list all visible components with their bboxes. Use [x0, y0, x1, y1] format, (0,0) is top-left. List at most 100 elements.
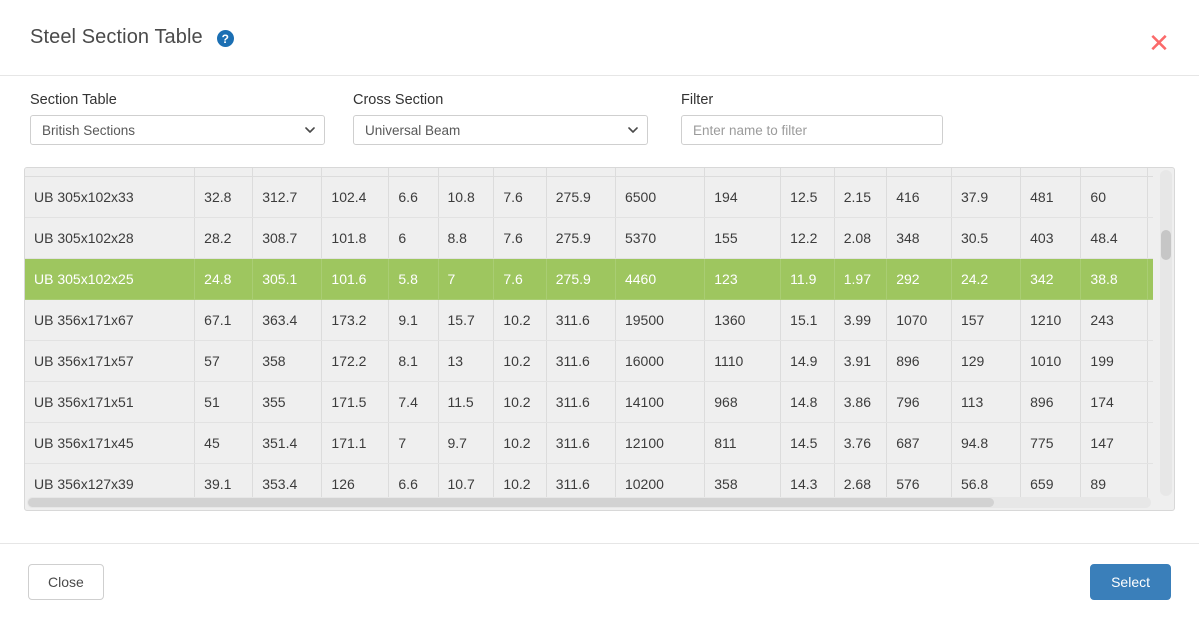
table-cell: [438, 168, 495, 177]
filter-input[interactable]: [681, 115, 943, 145]
filter-label: Filter: [681, 92, 714, 108]
table-cell: 2.08: [834, 217, 888, 259]
section-name-cell: UB 356x171x51: [25, 381, 196, 423]
table-cell: 5370: [615, 217, 706, 259]
table-cell: 275.9: [546, 176, 616, 218]
table-cell: [546, 168, 616, 177]
table-cell: [252, 168, 323, 177]
table-cell: 10.2: [493, 422, 547, 464]
section-name-cell: UB 356x171x67: [25, 299, 196, 341]
table-cell: 10.2: [493, 381, 547, 423]
vertical-scrollbar-thumb[interactable]: [1161, 230, 1171, 260]
table-cell: 7.6: [493, 258, 547, 300]
table-cell: 1360: [704, 299, 782, 341]
table-cell: [951, 168, 1022, 177]
table-cell: 14.3: [780, 463, 835, 498]
horizontal-scrollbar[interactable]: [27, 497, 1151, 508]
table-cell: 2.68: [834, 463, 888, 498]
table-cell: 1110: [704, 340, 782, 382]
table-cell: 172.2: [321, 340, 390, 382]
table-cell: 7.6: [493, 176, 547, 218]
table-cell: 576: [886, 463, 952, 498]
table-cell: 3.76: [834, 422, 888, 464]
table-cell: 358: [252, 340, 323, 382]
table-cell: 10.2: [493, 299, 547, 341]
filter-controls: Section Table British Sections Cross Sec…: [0, 76, 1199, 145]
table-cell: 308.7: [252, 217, 323, 259]
table-cell: 39.1: [194, 463, 254, 498]
table-cell: 311.6: [546, 381, 616, 423]
table-cell: 0.846: [1147, 258, 1153, 300]
table-cell: 7: [438, 258, 495, 300]
table-cell: 2.15: [834, 176, 888, 218]
table-cell: [493, 168, 547, 177]
table-cell: 811: [704, 422, 782, 464]
sections-table: UB 305x102x33 32.8 312.7 102.4 6.6 10.8 7.6 275…: [25, 168, 1153, 498]
table-row[interactable]: UB 356x171x45 45 351.4 171.1 7 9.7 10.2 311.6 12…: [25, 422, 1153, 464]
table-cell: [886, 168, 952, 177]
table-cell: 243: [1080, 299, 1149, 341]
table-cell: 0.866: [1147, 176, 1153, 218]
cross-section-label: Cross Section: [353, 92, 444, 108]
table-cell: 0.881: [1147, 381, 1153, 423]
table-cell: 3.91: [834, 340, 888, 382]
table-cell: 312.7: [252, 176, 323, 218]
table-row[interactable]: UB 356x127x39 39.1 353.4 126 6.6 10.7 10.2 311.…: [25, 463, 1153, 498]
table-cell: 353.4: [252, 463, 323, 498]
table-row[interactable]: UB 356x171x51 51 355 171.5 7.4 11.5 10.2 311.6 1…: [25, 381, 1153, 423]
table-row[interactable]: UB 305x102x33 32.8 312.7 102.4 6.6 10.8 7.6 275…: [25, 176, 1153, 218]
table-row[interactable]: UB 305x102x28 28.2 308.7 101.8 6 8.8 7.6 275.9 5…: [25, 217, 1153, 259]
table-cell: 174: [1080, 381, 1149, 423]
table-cell: 796: [886, 381, 952, 423]
close-button[interactable]: Close: [28, 564, 104, 600]
table-cell: 14.5: [780, 422, 835, 464]
dialog-header: Steel Section Table ? ✕: [0, 0, 1199, 76]
table-cell: 24.8: [194, 258, 254, 300]
table-cell: 348: [886, 217, 952, 259]
section-table-select[interactable]: British Sections: [30, 115, 325, 145]
table-cell: 10.2: [493, 340, 547, 382]
table-cell: 0.886: [1147, 299, 1153, 341]
table-cell: [615, 168, 706, 177]
table-row[interactable]: UB 356x171x57 57 358 172.2 8.1 13 10.2 311.6 160…: [25, 340, 1153, 382]
table-cell: 28.2: [194, 217, 254, 259]
table-cell: 8.8: [438, 217, 495, 259]
table-cell: [1020, 168, 1082, 177]
table-cell: 12.2: [780, 217, 835, 259]
section-name-cell: UB 356x171x45: [25, 422, 196, 464]
sections-table-container: UB 305x102x33 32.8 312.7 102.4 6.6 10.8 7.6 275…: [24, 167, 1175, 511]
cross-section-select[interactable]: Universal Beam: [353, 115, 648, 145]
table-row[interactable]: UB 356x171x67 67.1 363.4 173.2 9.1 15.7 10.2 31…: [25, 299, 1153, 341]
table-cell: 67.1: [194, 299, 254, 341]
table-row[interactable]: UB 305x102x25 24.8 305.1 101.6 5.8 7 7.6 275.9 4…: [25, 258, 1153, 300]
table-cell: 129: [951, 340, 1022, 382]
table-cell: 481: [1020, 176, 1082, 218]
table-cell: 7.6: [493, 217, 547, 259]
table-cell: [704, 168, 782, 177]
table-cell: 416: [886, 176, 952, 218]
table-cell: 60: [1080, 176, 1149, 218]
table-cell: 51: [194, 381, 254, 423]
table-cell: [25, 168, 196, 177]
table-cell: 1.97: [834, 258, 888, 300]
table-row-partial: [25, 168, 1153, 177]
close-x-icon[interactable]: ✕: [1145, 30, 1173, 58]
vertical-scrollbar[interactable]: [1160, 170, 1172, 496]
table-cell: 48.4: [1080, 217, 1149, 259]
select-button[interactable]: Select: [1090, 564, 1171, 600]
horizontal-scrollbar-thumb[interactable]: [28, 498, 994, 507]
table-cell: 24.2: [951, 258, 1022, 300]
table-cell: [1080, 168, 1149, 177]
table-cell: 126: [321, 463, 390, 498]
table-cell: 171.5: [321, 381, 390, 423]
table-cell: 355: [252, 381, 323, 423]
table-cell: [388, 168, 439, 177]
table-cell: 10.8: [438, 176, 495, 218]
table-cell: 155: [704, 217, 782, 259]
table-cell: [780, 168, 835, 177]
table-cell: 3.86: [834, 381, 888, 423]
table-cell: 30.5: [951, 217, 1022, 259]
table-cell: 0.871: [1147, 463, 1153, 498]
question-mark-circle-icon[interactable]: ?: [216, 30, 234, 47]
table-cell: 3.99: [834, 299, 888, 341]
